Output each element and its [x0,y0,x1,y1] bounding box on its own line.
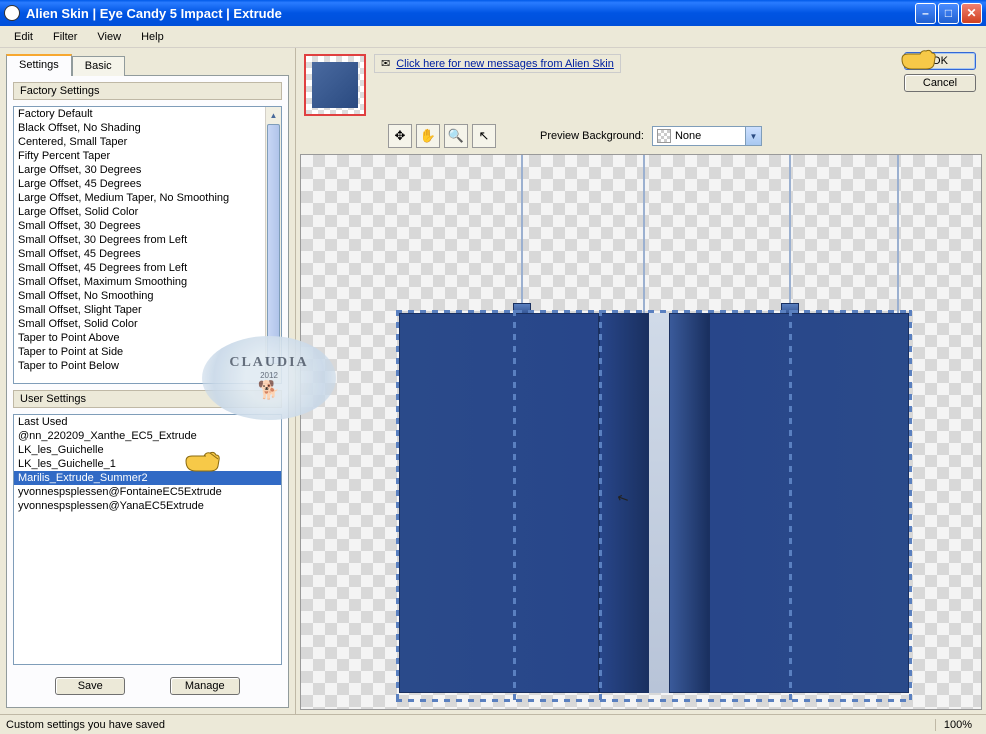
minimize-button[interactable]: – [915,3,936,24]
scroll-up-icon[interactable]: ▲ [266,107,281,123]
list-item[interactable]: Factory Default [14,107,281,121]
list-item[interactable]: Small Offset, 30 Degrees from Left [14,233,281,247]
scrollbar-thumb[interactable] [267,124,280,364]
chevron-down-icon[interactable]: ▼ [745,127,761,145]
list-item[interactable]: yvonnespsplessen@FontaineEC5Extrude [14,485,281,499]
ok-button[interactable]: OK [904,52,976,70]
preview-thumbnail[interactable] [304,54,366,116]
watermark-year: 2012 [260,371,278,380]
move-icon: ✥ [395,128,406,144]
guide-line [789,155,791,313]
list-item[interactable]: Small Offset, 45 Degrees [14,247,281,261]
zoom-tool-button[interactable]: 🔍 [444,124,468,148]
user-settings-list[interactable]: Last Used@nn_220209_Xanthe_EC5_ExtrudeLK… [13,414,282,665]
list-item[interactable]: Last Used [14,415,281,429]
pointer-tool-button[interactable]: ↖ [472,124,496,148]
preview-bg-combo[interactable]: None ▼ [652,126,762,146]
menu-view[interactable]: View [89,29,129,45]
menu-help[interactable]: Help [133,29,172,45]
list-item[interactable]: Large Offset, 45 Degrees [14,177,281,191]
list-item[interactable]: Large Offset, Solid Color [14,205,281,219]
transparency-swatch-icon [657,129,671,143]
extrude-face [669,313,709,693]
cancel-button[interactable]: Cancel [904,74,976,92]
guide-line [897,155,899,313]
menubar: Edit Filter View Help [0,26,986,48]
watermark: CLAUDIA 2012 🐕 [202,336,336,420]
messages-link-text[interactable]: Click here for new messages from Alien S… [396,58,614,70]
app-icon [4,5,20,21]
list-item[interactable]: Small Offset, Slight Taper [14,303,281,317]
list-item[interactable]: Black Offset, No Shading [14,121,281,135]
factory-settings-header: Factory Settings [13,82,282,100]
move-tool-button[interactable]: ✥ [388,124,412,148]
maximize-button[interactable]: □ [938,3,959,24]
hand-icon: ✋ [420,128,436,144]
list-item[interactable]: Fifty Percent Taper [14,149,281,163]
status-text: Custom settings you have saved [6,719,165,731]
list-item[interactable]: Small Offset, Maximum Smoothing [14,275,281,289]
manage-button[interactable]: Manage [170,677,240,695]
preview-area[interactable]: ↖ [300,154,982,710]
hand-tool-button[interactable]: ✋ [416,124,440,148]
envelope-icon: ✉ [381,57,390,70]
watermark-name: CLAUDIA [229,355,308,371]
preview-bg-label: Preview Background: [540,130,644,142]
list-item[interactable]: LK_les_Guichelle_1 [14,457,281,471]
tab-settings[interactable]: Settings [6,54,72,76]
list-item[interactable]: Large Offset, Medium Taper, No Smoothing [14,191,281,205]
save-button[interactable]: Save [55,677,125,695]
titlebar: Alien Skin | Eye Candy 5 Impact | Extrud… [0,0,986,26]
list-item[interactable]: Small Offset, 45 Degrees from Left [14,261,281,275]
menu-edit[interactable]: Edit [6,29,41,45]
preview-bg-value: None [675,130,745,142]
watermark-mascot-icon: 🐕 [258,380,280,401]
extrude-face [709,313,909,693]
menu-filter[interactable]: Filter [45,29,85,45]
tab-basic[interactable]: Basic [72,56,125,76]
list-item[interactable]: Marilis_Extrude_Summer2 [14,471,281,485]
list-item[interactable]: yvonnespsplessen@YanaEC5Extrude [14,499,281,513]
list-item[interactable]: @nn_220209_Xanthe_EC5_Extrude [14,429,281,443]
messages-link[interactable]: ✉ Click here for new messages from Alien… [374,54,621,73]
selection-marquee [599,310,602,702]
list-item[interactable]: Small Offset, Solid Color [14,317,281,331]
arrow-icon: ↖ [479,128,490,144]
list-item[interactable]: Small Offset, No Smoothing [14,289,281,303]
magnifier-icon: 🔍 [448,128,464,144]
extrude-face [399,313,599,693]
zoom-level: 100% [935,719,980,731]
extrude-preview-object[interactable] [399,313,909,699]
statusbar: Custom settings you have saved 100% [0,714,986,734]
guide-line [521,155,523,313]
list-item[interactable]: Small Offset, 30 Degrees [14,219,281,233]
guide-line [643,155,645,313]
selection-marquee [789,310,792,702]
list-item[interactable]: Large Offset, 30 Degrees [14,163,281,177]
selection-marquee [513,310,516,702]
list-item[interactable]: LK_les_Guichelle [14,443,281,457]
list-item[interactable]: Centered, Small Taper [14,135,281,149]
window-title: Alien Skin | Eye Candy 5 Impact | Extrud… [26,6,915,21]
close-button[interactable]: ✕ [961,3,982,24]
